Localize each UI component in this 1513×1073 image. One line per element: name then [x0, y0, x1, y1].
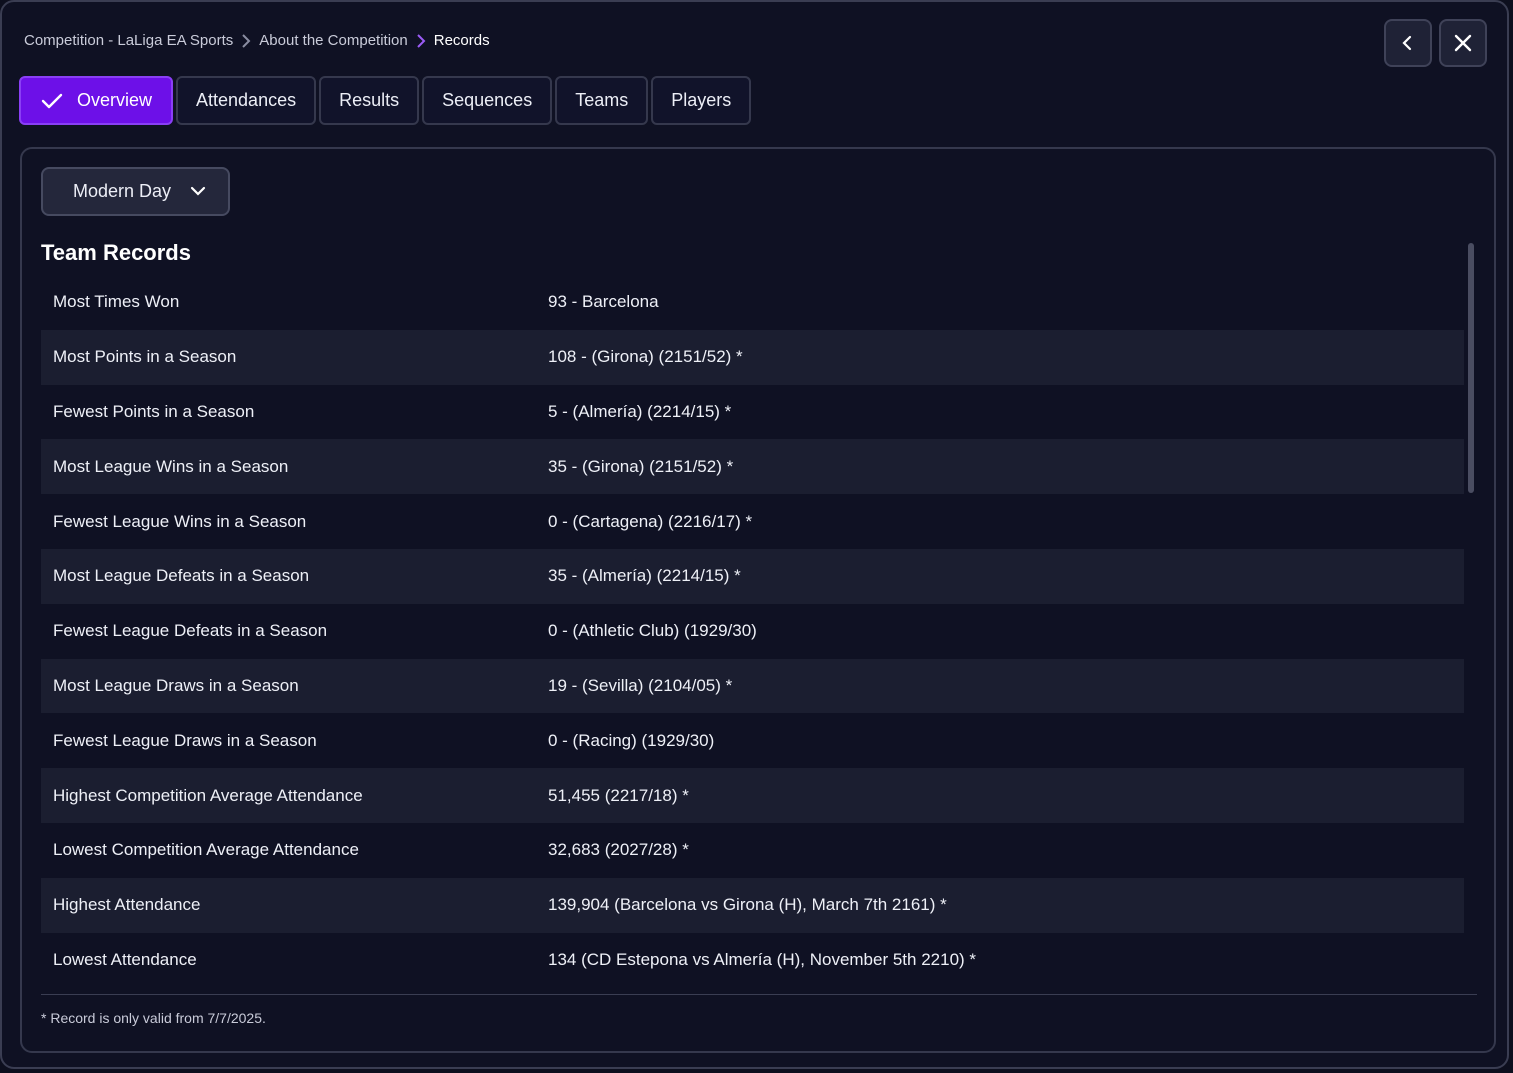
tab-teams[interactable]: Teams: [555, 76, 649, 125]
record-label: Lowest Competition Average Attendance: [53, 840, 359, 860]
close-button[interactable]: [1439, 19, 1487, 67]
tab-attendances[interactable]: Attendances: [176, 76, 317, 125]
tab-players-label: Players: [671, 90, 732, 110]
record-value: 19 - (Sevilla) (2104/05) *: [548, 675, 733, 695]
record-value: 93 - Barcelona: [548, 292, 659, 312]
record-label: Most League Draws in a Season: [53, 675, 299, 695]
section-title: Team Records: [41, 240, 191, 265]
tab-sequences-label: Sequences: [442, 90, 533, 110]
close-icon: [1454, 34, 1472, 52]
record-label: Most League Defeats in a Season: [53, 566, 310, 586]
record-label: Fewest League Draws in a Season: [53, 730, 317, 750]
record-value: 139,904 (Barcelona vs Girona (H), March …: [548, 895, 947, 915]
footnote: * Record is only valid from 7/7/2025.: [41, 1010, 266, 1026]
record-value: 35 - (Girona) (2151/52) *: [548, 456, 734, 476]
records-table: Most Times Won 93 - Barcelona Most Points …: [41, 275, 1464, 987]
table-row: Most League Defeats in a Season 35 - (Alm…: [41, 548, 1464, 604]
chevron-right-icon: [241, 33, 251, 49]
table-row: Highest Competition Average Attendance 51…: [41, 768, 1464, 823]
tab-results-label: Results: [339, 90, 400, 110]
tab-players[interactable]: Players: [651, 76, 752, 125]
table-row: Most Points in a Season 108 - (Girona) (2…: [41, 329, 1464, 385]
breadcrumb: Competition - LaLiga EA Sports About the…: [24, 32, 490, 49]
tab-attendances-label: Attendances: [196, 90, 297, 110]
breadcrumb-records: Records: [433, 32, 490, 49]
record-label: Fewest Points in a Season: [53, 401, 255, 421]
tab-overview[interactable]: Overview: [19, 76, 174, 125]
table-row: Fewest League Defeats in a Season 0 - (At…: [41, 604, 1464, 659]
chevron-right-icon: [416, 33, 426, 49]
records-window: Competition - LaLiga EA Sports About the…: [0, 0, 1509, 1069]
tab-sequences[interactable]: Sequences: [422, 76, 553, 125]
table-row: Fewest League Wins in a Season 0 - (Carta…: [41, 494, 1464, 549]
breadcrumb-competition[interactable]: Competition - LaLiga EA Sports: [24, 32, 233, 49]
record-value: 134 (CD Estepona vs Almería (H), Novembe…: [548, 949, 977, 969]
tab-results[interactable]: Results: [319, 76, 420, 125]
record-label: Highest Competition Average Attendance: [53, 785, 363, 805]
record-label: Lowest Attendance: [53, 949, 197, 969]
table-row: Most League Wins in a Season 35 - (Girona…: [41, 439, 1464, 495]
back-button[interactable]: [1384, 19, 1432, 67]
records-panel: Modern Day Team Records Most Times Won 93…: [20, 147, 1496, 1053]
record-label: Most League Wins in a Season: [53, 456, 289, 476]
table-row: Lowest Competition Average Attendance 32,…: [41, 823, 1464, 878]
table-row: Lowest Attendance 134 (CD Estepona vs Alm…: [41, 933, 1464, 988]
scrollbar[interactable]: [1468, 243, 1474, 493]
era-dropdown-value: Modern Day: [73, 181, 172, 201]
divider: [41, 994, 1477, 995]
record-value: 35 - (Almería) (2214/15) *: [548, 566, 741, 586]
chevron-down-icon: [190, 186, 206, 196]
record-value: 108 - (Girona) (2151/52) *: [548, 347, 743, 367]
table-row: Highest Attendance 139,904 (Barcelona vs …: [41, 877, 1464, 933]
record-value: 0 - (Cartagena) (2216/17) *: [548, 511, 753, 531]
record-value: 0 - (Athletic Club) (1929/30): [548, 621, 757, 641]
record-value: 5 - (Almería) (2214/15) *: [548, 401, 732, 421]
record-label: Fewest League Defeats in a Season: [53, 621, 328, 641]
record-value: 32,683 (2027/28) *: [548, 840, 689, 860]
table-row: Fewest League Draws in a Season 0 - (Raci…: [41, 713, 1464, 768]
record-label: Most Points in a Season: [53, 347, 237, 367]
record-label: Most Times Won: [53, 292, 180, 312]
era-dropdown[interactable]: Modern Day: [41, 167, 230, 216]
tab-bar: Overview Attendances Results Sequences T…: [19, 76, 754, 125]
tab-teams-label: Teams: [575, 90, 629, 110]
chevron-left-icon: [1402, 35, 1412, 51]
table-row: Most Times Won 93 - Barcelona: [41, 275, 1464, 330]
record-label: Highest Attendance: [53, 895, 201, 915]
check-icon: [41, 93, 63, 108]
record-value: 0 - (Racing) (1929/30): [548, 730, 715, 750]
table-row: Most League Draws in a Season 19 - (Sevil…: [41, 658, 1464, 714]
tab-overview-label: Overview: [77, 90, 153, 110]
record-label: Fewest League Wins in a Season: [53, 511, 307, 531]
breadcrumb-about[interactable]: About the Competition: [259, 32, 407, 49]
record-value: 51,455 (2217/18) *: [548, 785, 689, 805]
table-row: Fewest Points in a Season 5 - (Almería) (…: [41, 385, 1464, 440]
